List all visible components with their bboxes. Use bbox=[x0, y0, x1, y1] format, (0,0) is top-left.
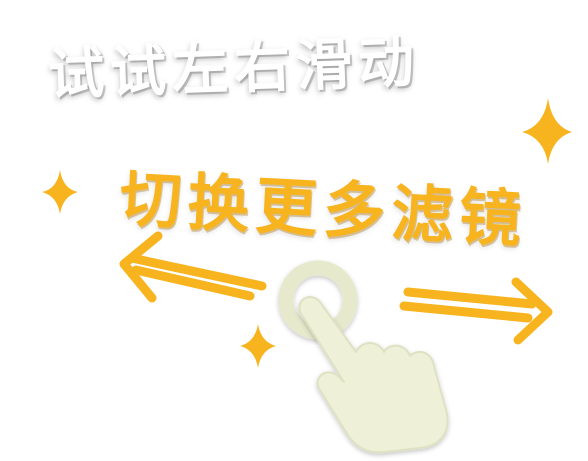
arrow-right-icon bbox=[399, 277, 553, 345]
swipe-hint-title: 试试左右滑动 bbox=[47, 30, 422, 108]
swipe-hint-overlay: 试试左右滑动 切换更多滤镜 bbox=[0, 0, 588, 461]
arrow-left-icon bbox=[119, 231, 267, 303]
sparkle-icon bbox=[42, 170, 78, 214]
swipe-hand-icon bbox=[298, 296, 449, 454]
sparkle-icon bbox=[522, 98, 572, 164]
sparkle-icon bbox=[240, 324, 276, 368]
